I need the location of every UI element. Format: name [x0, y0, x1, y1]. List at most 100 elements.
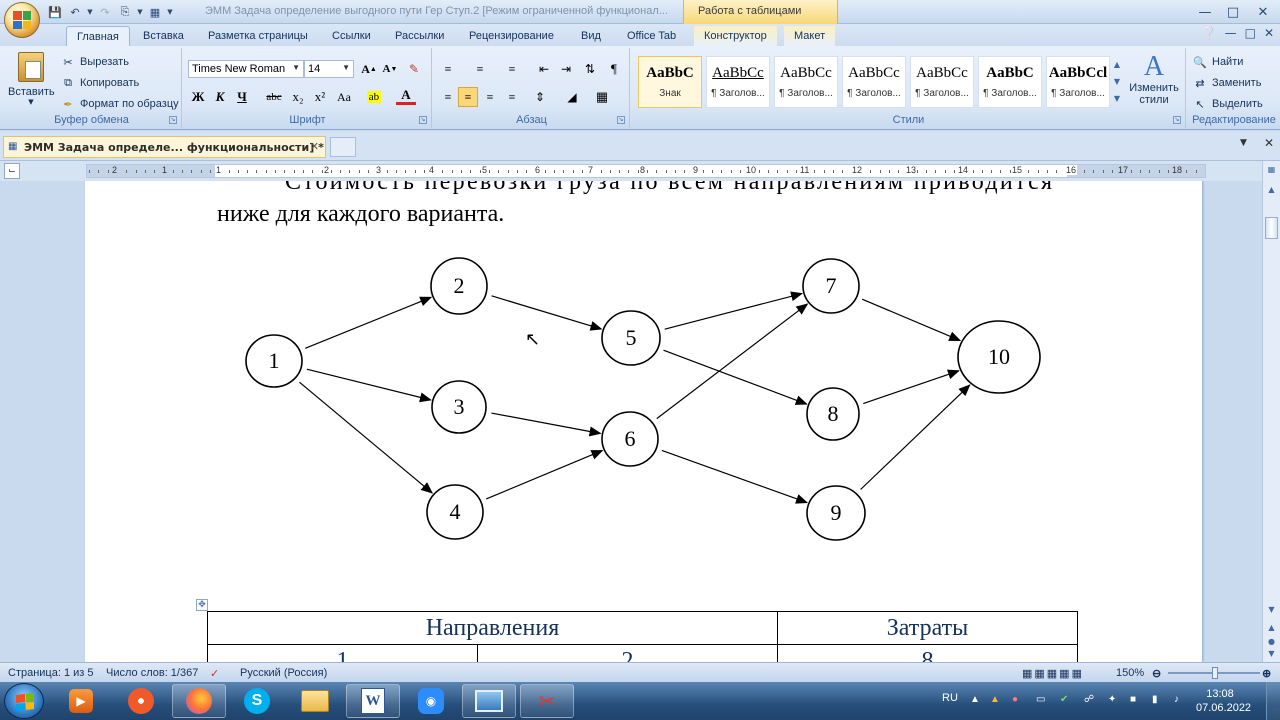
table-cell[interactable]: 2 [477, 644, 778, 662]
proofing-icon[interactable]: ✓ [210, 667, 219, 680]
tab-review[interactable]: Рецензирование [459, 26, 564, 46]
increase-indent-icon[interactable]: ⇥ [556, 59, 576, 79]
next-page-icon[interactable]: ▼ [1265, 649, 1278, 663]
table-move-handle-icon[interactable]: ✥ [196, 599, 208, 611]
find-button[interactable]: 🔍 Найти [1192, 54, 1243, 70]
new-tab-button[interactable] [330, 137, 356, 157]
taskbar-media-player-icon[interactable]: ▶ [54, 684, 108, 718]
taskbar-zoom-icon[interactable]: ◉ [404, 684, 458, 718]
tray-icon[interactable]: ▲ [970, 694, 980, 705]
redo-icon[interactable]: ↷ [96, 3, 114, 21]
prev-page-icon[interactable]: ▲ [1265, 623, 1278, 637]
format-painter-button[interactable]: ✒ Формат по образцу [60, 96, 178, 112]
table-cell[interactable]: 8 [777, 644, 1078, 662]
document-workspace[interactable]: Стоимость перевозки груза по всем направ… [0, 181, 1262, 662]
align-right-icon[interactable]: ≡ [480, 87, 500, 107]
doc-restore-icon[interactable]: □ [1245, 26, 1256, 40]
sort-icon[interactable]: ⇅ [580, 59, 600, 79]
underline-button[interactable]: Ч [232, 87, 252, 107]
close-tab-icon[interactable]: ✕ [310, 140, 319, 153]
table-header-cell[interactable]: Направления [207, 611, 778, 645]
taskbar-app-icon[interactable] [114, 684, 168, 718]
clear-formatting-icon[interactable]: ✎ [404, 59, 424, 79]
taskbar-firefox-icon[interactable] [172, 684, 226, 718]
grow-font-icon[interactable]: A ▲ [359, 59, 379, 79]
scroll-thumb[interactable] [1265, 217, 1278, 239]
multilevel-list-icon[interactable]: ≡ [502, 59, 522, 79]
styles-dialog-launcher-icon[interactable]: ↘ [1173, 116, 1181, 124]
tab-list-dropdown-icon[interactable]: ▼ [1240, 138, 1247, 148]
strikethrough-button[interactable]: abc [264, 87, 284, 107]
ruler-toggle-icon[interactable]: ▦ [1265, 165, 1278, 179]
pilcrow-icon[interactable]: ¶ [604, 59, 624, 79]
tab-references[interactable]: Ссылки [322, 26, 381, 46]
save-icon[interactable]: 💾 [46, 3, 64, 21]
vertical-scrollbar[interactable]: ▦ ▲ ▼ ▲ ● ▼ [1262, 161, 1280, 662]
tab-office-tab[interactable]: Office Tab [617, 26, 686, 46]
taskbar-word-icon[interactable]: W [346, 684, 400, 718]
zoom-out-icon[interactable]: ⊖ [1152, 667, 1161, 680]
styles-scroll-icon[interactable]: ▲ ▼ ▼ [1112, 56, 1122, 108]
tray-icon[interactable]: ▭ [1036, 694, 1045, 705]
tab-insert[interactable]: Вставка [133, 26, 194, 46]
style-item[interactable]: AaBbCcl ¶ Заголов... [1046, 56, 1110, 108]
undo-icon[interactable]: ↶ [66, 3, 84, 21]
minimize-icon[interactable]: — [1192, 2, 1218, 22]
scroll-down-icon[interactable]: ▼ [1265, 605, 1278, 619]
ribbon-minimize-icon[interactable]: — [1225, 26, 1237, 40]
view-buttons-icon[interactable]: ▦▦▦▦▦ [1022, 667, 1084, 680]
zoom-slider-thumb[interactable] [1212, 667, 1218, 679]
tab-layout[interactable]: Макет [784, 26, 836, 46]
office-button[interactable] [4, 2, 40, 38]
align-center-icon[interactable]: ≡ [458, 87, 478, 107]
scroll-up-icon[interactable]: ▲ [1265, 185, 1278, 199]
language-indicator[interactable]: Русский (Россия) [240, 667, 327, 679]
cut-button[interactable]: ✂ Вырезать [60, 54, 129, 70]
font-dialog-launcher-icon[interactable]: ↘ [419, 116, 427, 124]
document-tab[interactable]: ▦ ЭММ Задача определе... функциональност… [3, 136, 326, 158]
qat-dropdown-icon[interactable]: ▼ [136, 3, 144, 21]
tray-icon[interactable]: ● [1012, 694, 1018, 705]
style-item[interactable]: AaBbCc ¶ Заголов... [910, 56, 974, 108]
change-styles-button[interactable]: A Изменить стили [1126, 52, 1182, 107]
horizontal-ruler[interactable]: 2 1 1 2 3 4 5 6 7 8 9 10 11 12 13 14 15 16 17 18 [86, 164, 1206, 178]
undo-dropdown-icon[interactable]: ▼ [86, 3, 94, 21]
taskbar-skype-icon[interactable]: S [230, 684, 284, 718]
tab-view[interactable]: Вид [571, 26, 611, 46]
table-header-cell[interactable]: Затраты [777, 611, 1078, 645]
doc-close-icon[interactable]: ✕ [1264, 26, 1274, 40]
numbering-icon[interactable]: ≡ [470, 59, 490, 79]
paste-button[interactable]: Вставить ▼ [8, 52, 55, 106]
network-icon[interactable]: ▮ [1152, 694, 1158, 705]
zoom-level[interactable]: 150% [1116, 667, 1144, 679]
line-spacing-icon[interactable]: ⇕ [530, 87, 550, 107]
tab-home[interactable]: Главная [66, 26, 130, 46]
print-preview-icon[interactable]: ⎘ [116, 3, 134, 21]
tray-icon[interactable]: ☍ [1084, 694, 1094, 705]
help-icon[interactable]: ❔ [1202, 26, 1217, 40]
style-item[interactable]: AaBbCc ¶ Заголов... [706, 56, 770, 108]
page-counter[interactable]: Страница: 1 из 5 [8, 667, 94, 679]
close-all-icon[interactable]: ✕ [1264, 136, 1274, 150]
tray-icon[interactable]: ▲ [990, 694, 1000, 705]
paragraph-dialog-launcher-icon[interactable]: ↘ [617, 116, 625, 124]
show-desktop-button[interactable] [1266, 682, 1280, 720]
tab-design[interactable]: Конструктор [694, 26, 777, 46]
taskbar-photo-viewer-icon[interactable] [462, 684, 516, 718]
input-language[interactable]: RU [942, 692, 958, 704]
subscript-button[interactable]: x₂ [288, 87, 308, 107]
taskbar-explorer-icon[interactable] [288, 684, 342, 718]
italic-button[interactable]: К [210, 87, 230, 107]
start-button[interactable] [4, 683, 44, 719]
close-icon[interactable]: ✕ [1250, 2, 1276, 22]
style-item[interactable]: AaBbCc ¶ Заголов... [842, 56, 906, 108]
select-button[interactable]: ↖ Выделить [1192, 96, 1262, 112]
change-case-button[interactable]: Aa [334, 87, 354, 107]
superscript-button[interactable]: x² [310, 87, 330, 107]
decrease-indent-icon[interactable]: ⇤ [534, 59, 554, 79]
maximize-icon[interactable]: □ [1220, 2, 1246, 22]
style-item[interactable]: AaBbCc ¶ Заголов... [774, 56, 838, 108]
font-name-select[interactable]: Times New Roman ▼ [188, 60, 304, 78]
tab-page-layout[interactable]: Разметка страницы [198, 26, 318, 46]
tray-icon[interactable]: ✔ [1060, 694, 1068, 705]
